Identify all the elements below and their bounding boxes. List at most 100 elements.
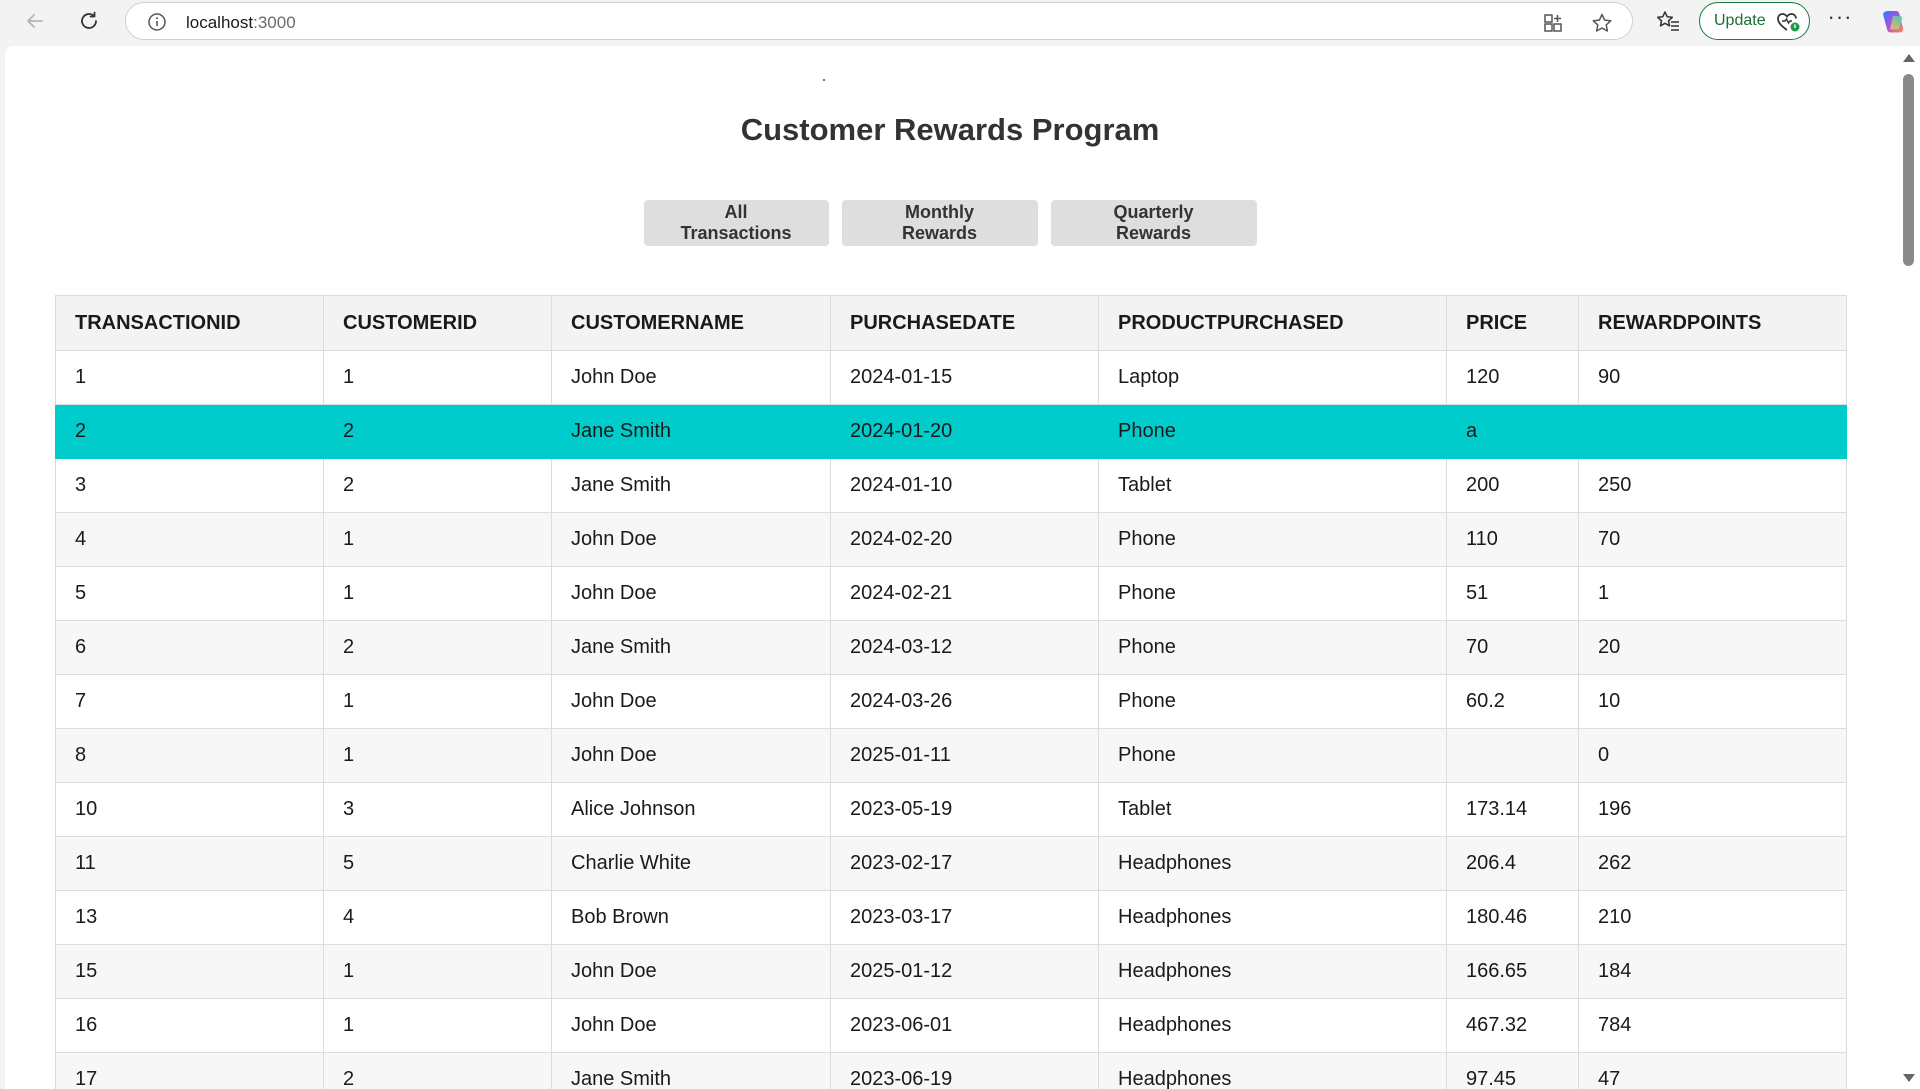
address-bar[interactable]: localhost:3000 [125,2,1633,40]
table-cell-transactionid: 17 [55,1052,324,1089]
column-header-customername: CUSTOMERNAME [551,295,831,351]
table-cell-customername: Jane Smith [551,458,831,513]
copilot-icon[interactable] [1879,8,1907,36]
table-cell-rewardpoints: 10 [1578,674,1847,729]
table-cell-productpurchased: Phone [1098,512,1447,567]
column-header-purchasedate: PURCHASEDATE [830,295,1099,351]
table-cell-customerid: 1 [323,998,552,1053]
table-cell-productpurchased: Headphones [1098,944,1447,999]
table-cell-rewardpoints: 0 [1578,728,1847,783]
table-row[interactable]: 7 1 John Doe 2024-03-26 Phone 60.2 10 [55,674,1847,729]
table-cell-rewardpoints: 47 [1578,1052,1847,1089]
table-cell-price [1446,728,1579,783]
table-row[interactable]: 2 2 Jane Smith 2024-01-20 Phone a [55,404,1847,459]
table-cell-price: 110 [1446,512,1579,567]
table-cell-productpurchased: Headphones [1098,998,1447,1053]
table-cell-customername: John Doe [551,728,831,783]
table-cell-customerid: 5 [323,836,552,891]
star-icon[interactable] [1591,12,1613,34]
table-cell-price: 70 [1446,620,1579,675]
table-cell-transactionid: 13 [55,890,324,945]
browser-toolbar: localhost:3000 Update ··· [0,0,1920,42]
tab-monthly-rewards[interactable]: Monthly Rewards [841,200,1038,246]
table-cell-customerid: 1 [323,944,552,999]
table-cell-purchasedate: 2024-01-20 [830,404,1099,459]
table-cell-customerid: 2 [323,458,552,513]
table-cell-price: 206.4 [1446,836,1579,891]
table-cell-transactionid: 6 [55,620,324,675]
tab-all-transactions[interactable]: All Transactions [643,200,829,246]
update-button[interactable]: Update [1699,2,1810,40]
table-cell-customerid: 1 [323,566,552,621]
table-cell-customername: John Doe [551,350,831,405]
table-row[interactable]: 3 2 Jane Smith 2024-01-10 Tablet 200 250 [55,458,1847,513]
table-cell-transactionid: 5 [55,566,324,621]
table-cell-purchasedate: 2023-02-17 [830,836,1099,891]
table-row[interactable]: 8 1 John Doe 2025-01-11 Phone 0 [55,728,1847,783]
scroll-up-arrow[interactable] [1903,54,1915,62]
table-cell-customerid: 1 [323,512,552,567]
table-row[interactable]: 17 2 Jane Smith 2023-06-19 Headphones 97.45 47 [55,1052,1847,1089]
table-row[interactable]: 13 4 Bob Brown 2023-03-17 Headphones 180.46 21… [55,890,1847,945]
table-header-row: TRANSACTIONID CUSTOMERID CUSTOMERNAME PURCH… [55,295,1847,351]
table-cell-purchasedate: 2023-06-01 [830,998,1099,1053]
more-menu-button[interactable]: ··· [1826,6,1854,34]
url-host: localhost [186,13,254,32]
table-row[interactable]: 11 5 Charlie White 2023-02-17 Headphones 206.… [55,836,1847,891]
table-cell-productpurchased: Tablet [1098,458,1447,513]
table-cell-productpurchased: Tablet [1098,782,1447,837]
table-cell-customername: Bob Brown [551,890,831,945]
table-body: 1 1 John Doe 2024-01-15 Laptop 120 90 2 2 Jane Sm… [55,350,1847,1089]
transactions-table: TRANSACTIONID CUSTOMERID CUSTOMERNAME PURCH… [55,295,1847,1089]
url-text[interactable]: localhost:3000 [186,13,296,33]
table-cell-customerid: 2 [323,620,552,675]
table-cell-purchasedate: 2024-03-12 [830,620,1099,675]
table-cell-customerid: 1 [323,674,552,729]
column-header-price: PRICE [1446,295,1579,351]
table-cell-transactionid: 3 [55,458,324,513]
column-header-productpurchased: PRODUCTPURCHASED [1098,295,1447,351]
table-cell-purchasedate: 2023-06-19 [830,1052,1099,1089]
table-cell-price: 200 [1446,458,1579,513]
table-cell-customername: John Doe [551,674,831,729]
table-row[interactable]: 1 1 John Doe 2024-01-15 Laptop 120 90 [55,350,1847,405]
url-port: :3000 [253,13,296,32]
table-cell-productpurchased: Phone [1098,566,1447,621]
table-cell-customername: John Doe [551,566,831,621]
table-cell-price: 180.46 [1446,890,1579,945]
table-cell-purchasedate: 2025-01-11 [830,728,1099,783]
table-row[interactable]: 16 1 John Doe 2023-06-01 Headphones 467.32 784 [55,998,1847,1053]
table-cell-price: 467.32 [1446,998,1579,1053]
table-cell-purchasedate: 2023-05-19 [830,782,1099,837]
scroll-thumb[interactable] [1903,74,1914,266]
table-cell-rewardpoints: 250 [1578,458,1847,513]
tab-quarterly-rewards[interactable]: Quarterly Rewards [1050,200,1257,246]
table-row[interactable]: 5 1 John Doe 2024-02-21 Phone 51 1 [55,566,1847,621]
table-row[interactable]: 6 2 Jane Smith 2024-03-12 Phone 70 20 [55,620,1847,675]
table-cell-customername: Jane Smith [551,1052,831,1089]
scroll-down-arrow[interactable] [1903,1074,1915,1082]
heart-update-icon [1777,13,1800,32]
reload-button[interactable] [73,6,105,36]
table-cell-purchasedate: 2024-02-21 [830,566,1099,621]
table-row[interactable]: 4 1 John Doe 2024-02-20 Phone 110 70 [55,512,1847,567]
table-row[interactable]: 15 1 John Doe 2025-01-12 Headphones 166.65 184 [55,944,1847,999]
table-cell-rewardpoints: 184 [1578,944,1847,999]
table-cell-customername: Jane Smith [551,620,831,675]
table-cell-purchasedate: 2024-01-15 [830,350,1099,405]
table-cell-rewardpoints: 20 [1578,620,1847,675]
back-button[interactable] [19,6,51,36]
table-cell-price: 120 [1446,350,1579,405]
table-cell-productpurchased: Laptop [1098,350,1447,405]
app-available-icon[interactable] [1542,12,1564,34]
table-cell-transactionid: 10 [55,782,324,837]
table-cell-customerid: 1 [323,728,552,783]
table-cell-transactionid: 11 [55,836,324,891]
favorites-icon[interactable] [1656,10,1680,32]
table-cell-customerid: 2 [323,404,552,459]
column-header-transactionid: TRANSACTIONID [55,295,324,351]
vertical-scrollbar[interactable] [1897,46,1920,1089]
info-icon[interactable] [147,12,167,32]
table-row[interactable]: 10 3 Alice Johnson 2023-05-19 Tablet 173.14 19… [55,782,1847,837]
table-cell-rewardpoints [1578,404,1847,459]
